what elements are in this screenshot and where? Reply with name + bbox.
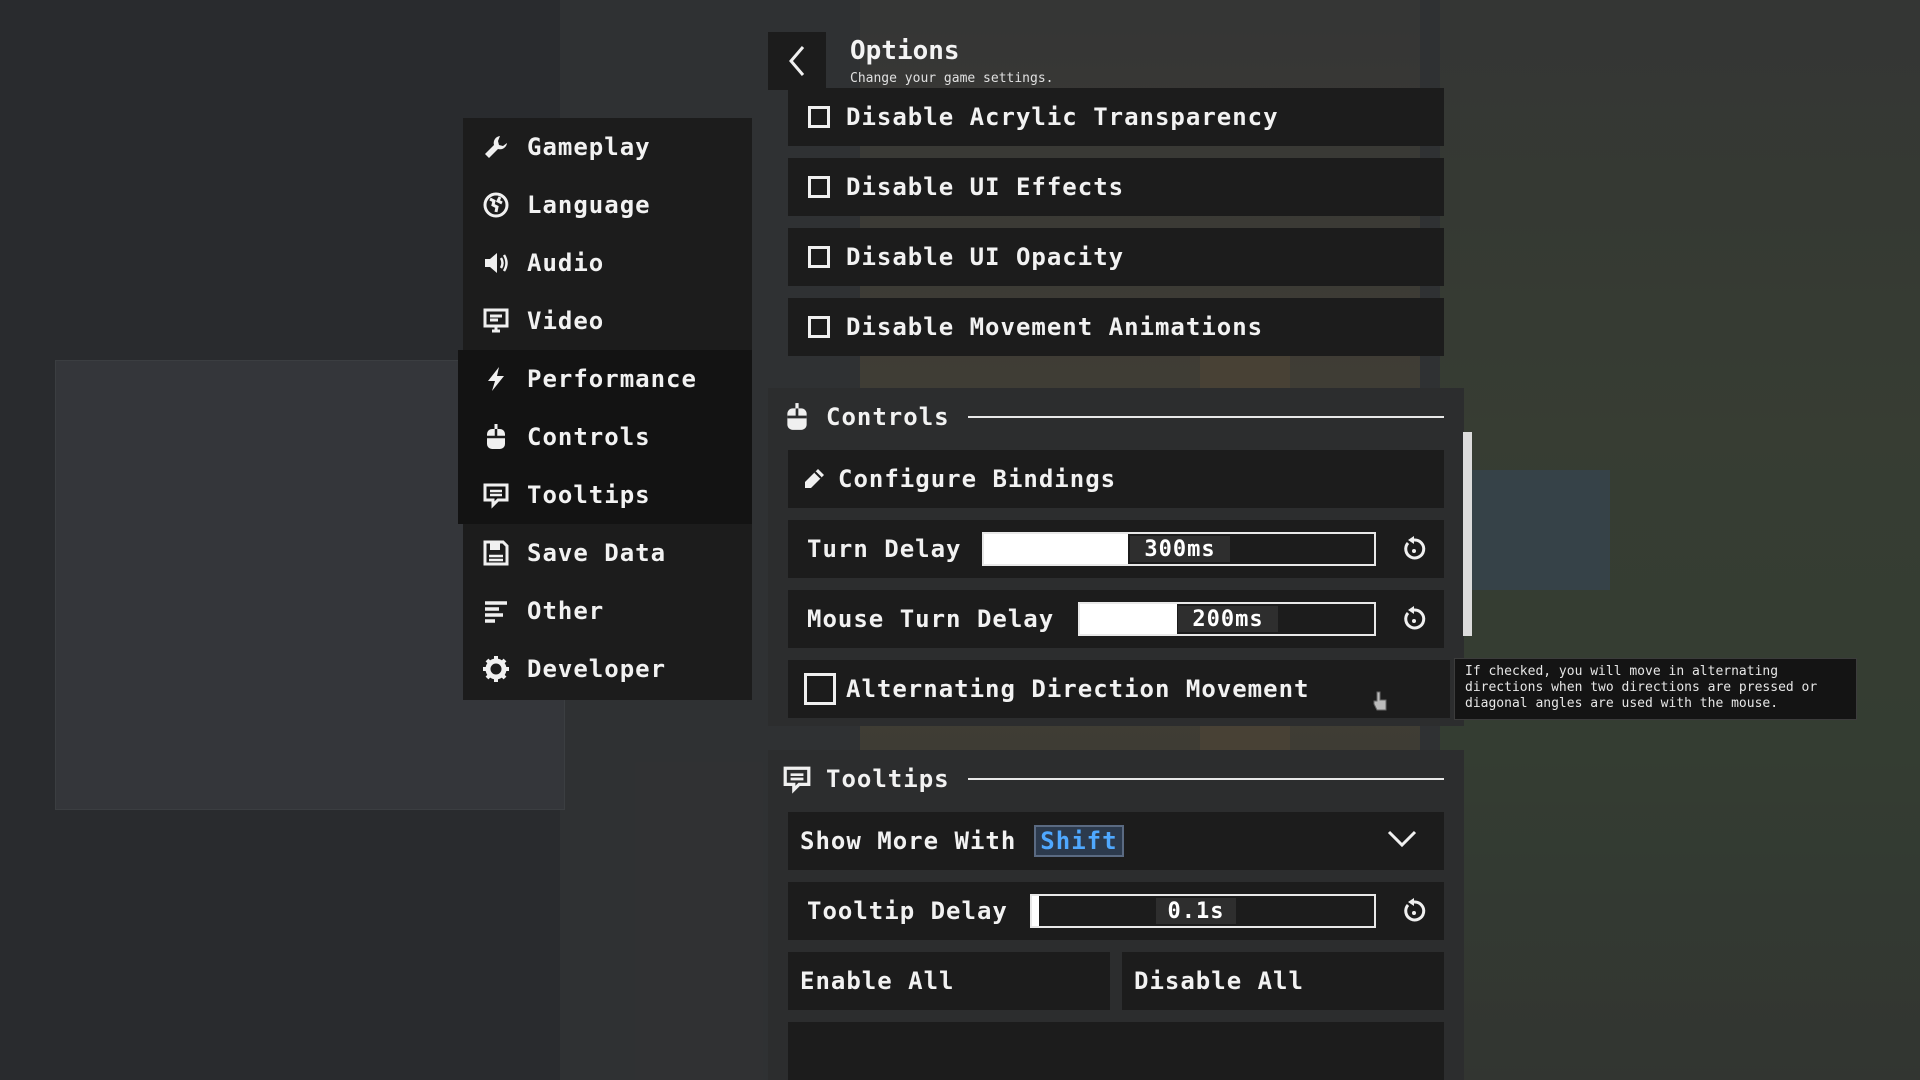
- page-title: Options: [850, 36, 960, 66]
- nav-item-label: Performance: [527, 365, 697, 393]
- controls-section-header: Controls: [768, 388, 1464, 446]
- pencil-icon: [805, 469, 824, 488]
- nav-item-label: Video: [527, 307, 605, 335]
- turn-delay-setting: Turn Delay 300ms: [788, 520, 1444, 578]
- nav-item-other[interactable]: Other: [463, 582, 752, 640]
- nav-item-label: Other: [527, 597, 605, 625]
- option-label: Disable UI Effects: [846, 173, 1125, 201]
- setting-label: Mouse Turn Delay: [807, 605, 1055, 633]
- tooltips-section-header: Tooltips: [768, 750, 1464, 808]
- chevron-left-icon: [789, 46, 805, 76]
- speech-bubble-icon: [783, 766, 811, 794]
- scrollbar-thumb[interactable]: [1463, 432, 1472, 636]
- checkbox[interactable]: [804, 673, 836, 705]
- nav-item-label: Gameplay: [527, 133, 651, 161]
- tooltip-popup: If checked, you will move in alternating…: [1454, 658, 1857, 720]
- setting-label: Turn Delay: [807, 535, 962, 563]
- section-divider: [967, 416, 1444, 418]
- option-disable-acrylic-transparency[interactable]: Disable Acrylic Transparency: [788, 88, 1444, 146]
- slider-value: 0.1s: [1156, 898, 1236, 924]
- option-label: Disable UI Opacity: [846, 243, 1125, 271]
- nav-item-tooltips[interactable]: Tooltips: [458, 466, 752, 524]
- nav-item-label: Tooltips: [527, 481, 651, 509]
- nav-item-gameplay[interactable]: Gameplay: [463, 118, 752, 176]
- globe-icon: [481, 190, 511, 220]
- reset-tooltip-delay-button[interactable]: [1398, 895, 1430, 927]
- checkbox[interactable]: [808, 106, 830, 128]
- slider-value: 200ms: [1178, 606, 1278, 632]
- lightning-icon: [481, 364, 511, 394]
- configure-bindings-button[interactable]: Configure Bindings: [788, 450, 1444, 508]
- section-title: Tooltips: [826, 765, 950, 793]
- nav-item-label: Audio: [527, 249, 605, 277]
- disable-all-button[interactable]: Disable All: [1122, 952, 1444, 1010]
- gear-icon: [481, 654, 511, 684]
- mouse-icon: [787, 403, 807, 430]
- save-icon: [481, 538, 511, 568]
- option-disable-movement-animations[interactable]: Disable Movement Animations: [788, 298, 1444, 356]
- reset-icon: [1404, 898, 1426, 922]
- mouse-turn-delay-slider[interactable]: 200ms: [1078, 602, 1376, 636]
- lines-icon: [481, 596, 511, 626]
- nav-item-video[interactable]: Video: [463, 292, 752, 350]
- option-label: Disable Movement Animations: [846, 313, 1264, 341]
- chevron-down-icon: [1387, 830, 1417, 848]
- reset-turn-delay-button[interactable]: [1398, 533, 1430, 565]
- nav-item-controls[interactable]: Controls: [458, 408, 752, 466]
- slider-fill: [1032, 896, 1039, 926]
- enable-all-button[interactable]: Enable All: [788, 952, 1110, 1010]
- checkbox[interactable]: [808, 246, 830, 268]
- hand-cursor-icon: [1373, 691, 1387, 711]
- speech-bubble-icon: [481, 480, 511, 510]
- monitor-icon: [481, 306, 511, 336]
- options-nav: Gameplay Language Audio Video Performanc…: [458, 118, 752, 700]
- slider-fill: [1080, 604, 1178, 634]
- dropdown-selected-key: Shift: [1034, 825, 1124, 857]
- back-button[interactable]: [768, 32, 826, 90]
- reset-icon: [1404, 606, 1426, 630]
- nav-item-performance[interactable]: Performance: [458, 350, 752, 408]
- mouse-turn-delay-setting: Mouse Turn Delay 200ms: [788, 590, 1444, 648]
- button-label: Configure Bindings: [838, 465, 1117, 493]
- setting-label: Tooltip Delay: [807, 897, 1008, 925]
- nav-item-audio[interactable]: Audio: [463, 234, 752, 292]
- nav-item-label: Controls: [527, 423, 651, 451]
- wrench-icon: [481, 132, 511, 162]
- nav-item-label: Language: [527, 191, 651, 219]
- section-title: Controls: [826, 403, 950, 431]
- checkbox[interactable]: [808, 176, 830, 198]
- checkbox[interactable]: [808, 316, 830, 338]
- option-label: Disable Acrylic Transparency: [846, 103, 1279, 131]
- nav-item-label: Save Data: [527, 539, 667, 567]
- page-subtitle: Change your game settings.: [850, 71, 1054, 86]
- option-disable-ui-effects[interactable]: Disable UI Effects: [788, 158, 1444, 216]
- speaker-icon: [481, 248, 511, 278]
- nav-item-developer[interactable]: Developer: [463, 640, 752, 698]
- section-divider: [967, 778, 1444, 780]
- tooltip-delay-slider[interactable]: 0.1s: [1030, 894, 1376, 928]
- tooltip-delay-setting: Tooltip Delay 0.1s: [788, 882, 1444, 940]
- option-disable-ui-opacity[interactable]: Disable UI Opacity: [788, 228, 1444, 286]
- nav-item-save-data[interactable]: Save Data: [463, 524, 752, 582]
- show-more-with-dropdown[interactable]: Show More With Shift: [788, 812, 1444, 870]
- reset-icon: [1404, 536, 1426, 560]
- option-alternating-direction-movement[interactable]: Alternating Direction Movement: [788, 660, 1450, 718]
- nav-item-label: Developer: [527, 655, 667, 683]
- nav-item-language[interactable]: Language: [463, 176, 752, 234]
- slider-fill: [984, 534, 1129, 564]
- slider-value: 300ms: [1130, 536, 1230, 562]
- dropdown-label: Show More With: [800, 827, 1017, 855]
- option-label: Alternating Direction Movement: [846, 675, 1310, 703]
- turn-delay-slider[interactable]: 300ms: [982, 532, 1376, 566]
- partially-visible-option-row[interactable]: [788, 1022, 1444, 1080]
- mouse-icon: [481, 422, 511, 452]
- reset-mouse-turn-delay-button[interactable]: [1398, 603, 1430, 635]
